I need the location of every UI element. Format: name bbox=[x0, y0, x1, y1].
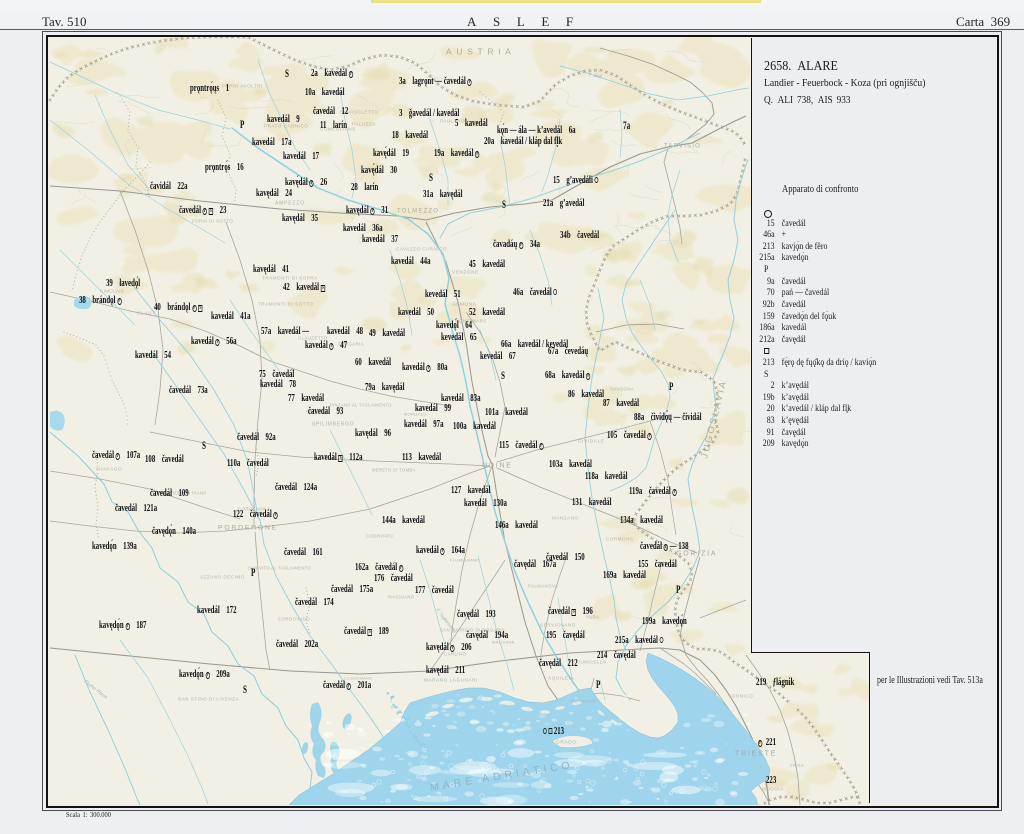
svg-text:AUSTRIA: AUSTRIA bbox=[446, 47, 515, 57]
svg-text:TOLMEZZO: TOLMEZZO bbox=[397, 209, 439, 215]
svg-text:PALMANOVA: PALMANOVA bbox=[528, 584, 558, 589]
svg-text:CAVAZZO CARNICO: CAVAZZO CARNICO bbox=[396, 247, 447, 252]
svg-text:MUGGIA: MUGGIA bbox=[762, 787, 784, 792]
svg-text:CORMONS: CORMONS bbox=[606, 537, 634, 542]
svg-text:FLUMIGNANO: FLUMIGNANO bbox=[450, 558, 480, 563]
svg-text:SPILIMBERGO: SPILIMBERGO bbox=[312, 422, 354, 428]
svg-text:ZAULE: ZAULE bbox=[790, 763, 804, 768]
svg-text:AMPEZZO: AMPEZZO bbox=[275, 201, 305, 207]
svg-text:BELVEDERE: BELVEDERE bbox=[572, 700, 597, 704]
svg-text:PORDENONE: PORDENONE bbox=[218, 525, 278, 532]
svg-text:MARANO LAGUNARI: MARANO LAGUNARI bbox=[424, 678, 478, 683]
svg-text:PALUZZA: PALUZZA bbox=[352, 122, 376, 127]
svg-text:SAVOGNA: SAVOGNA bbox=[610, 387, 634, 392]
svg-text:SGONICO: SGONICO bbox=[728, 694, 753, 699]
svg-text:FORNI DI SOTTO: FORNI DI SOTTO bbox=[192, 219, 233, 224]
svg-text:TARVISIO: TARVISIO bbox=[664, 144, 701, 150]
svg-text:MANIAGO: MANIAGO bbox=[96, 467, 122, 473]
svg-text:CORDOVADO: CORDOVADO bbox=[278, 617, 310, 622]
svg-text:CLAUT: CLAUT bbox=[137, 311, 156, 317]
svg-text:CODROIPO: CODROIPO bbox=[366, 534, 393, 539]
svg-text:MERETO DI TOMBA: MERETO DI TOMBA bbox=[372, 468, 416, 473]
svg-text:TRAMONTI DI SOTTO: TRAMONTI DI SOTTO bbox=[258, 302, 313, 307]
svg-text:SAN VITO AL TAGLIAMENTO: SAN VITO AL TAGLIAMENTO bbox=[248, 566, 311, 571]
svg-text:MANZANO: MANZANO bbox=[552, 516, 578, 521]
svg-text:CERVIGNANO: CERVIGNANO bbox=[540, 623, 576, 628]
svg-text:CIVIDALE: CIVIDALE bbox=[578, 439, 605, 445]
svg-text:AQUILEIA: AQUILEIA bbox=[548, 676, 574, 682]
svg-text:UDINE: UDINE bbox=[482, 463, 513, 470]
svg-text:GRADO: GRADO bbox=[556, 740, 577, 746]
svg-text:AZZANO DECIMO: AZZANO DECIMO bbox=[200, 575, 245, 580]
svg-text:TRIESTE: TRIESTE bbox=[735, 751, 777, 758]
svg-text:RIVIGNANO: RIVIGNANO bbox=[388, 595, 415, 600]
svg-text:SAN STINO DI LIVENZA: SAN STINO DI LIVENZA bbox=[178, 697, 239, 702]
